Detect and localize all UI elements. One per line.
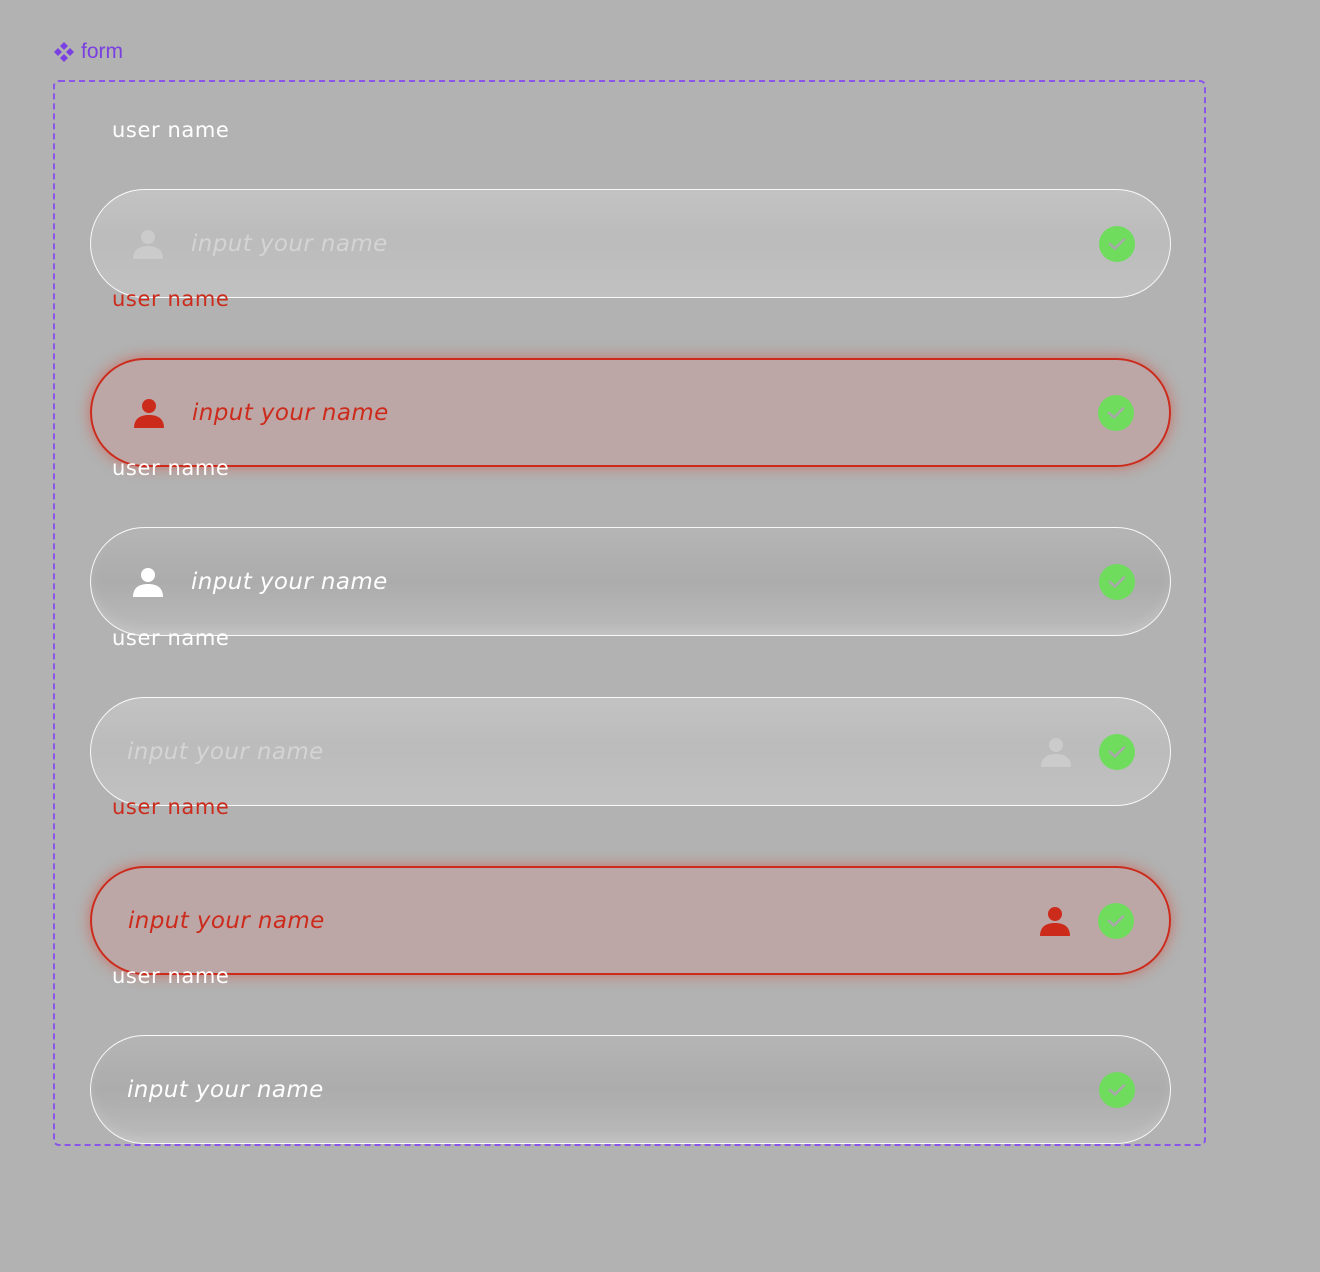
user-name-input[interactable] [191, 223, 1099, 264]
input-box[interactable] [90, 189, 1171, 298]
check-icon [1099, 1071, 1135, 1108]
user-name-input[interactable] [192, 392, 1098, 433]
user-icon [132, 566, 164, 598]
user-icon [133, 397, 165, 429]
field-label: user name [112, 626, 230, 650]
form-frame: user name user name user name [53, 80, 1206, 1146]
input-box[interactable] [90, 358, 1171, 467]
component-diamond-icon [53, 41, 75, 63]
check-icon [1098, 394, 1134, 431]
component-tag: form [53, 38, 123, 66]
user-icon [132, 228, 164, 260]
component-name: form [81, 40, 123, 63]
user-name-input[interactable] [128, 900, 1039, 941]
user-icon [1040, 736, 1072, 768]
input-box[interactable] [90, 866, 1171, 975]
user-name-input[interactable] [127, 731, 1040, 772]
field-label: user name [112, 287, 230, 311]
check-icon [1098, 902, 1134, 939]
input-box[interactable] [90, 1035, 1171, 1144]
input-box[interactable] [90, 697, 1171, 806]
user-name-input[interactable] [191, 561, 1099, 602]
user-icon [1039, 905, 1071, 937]
check-icon [1099, 563, 1135, 600]
check-icon [1099, 225, 1135, 262]
field-label: user name [112, 118, 230, 142]
field-label: user name [112, 456, 230, 480]
check-icon [1099, 733, 1135, 770]
field-label: user name [112, 964, 230, 988]
field-label: user name [112, 795, 230, 819]
input-box[interactable] [90, 527, 1171, 636]
user-name-input[interactable] [127, 1069, 1099, 1110]
